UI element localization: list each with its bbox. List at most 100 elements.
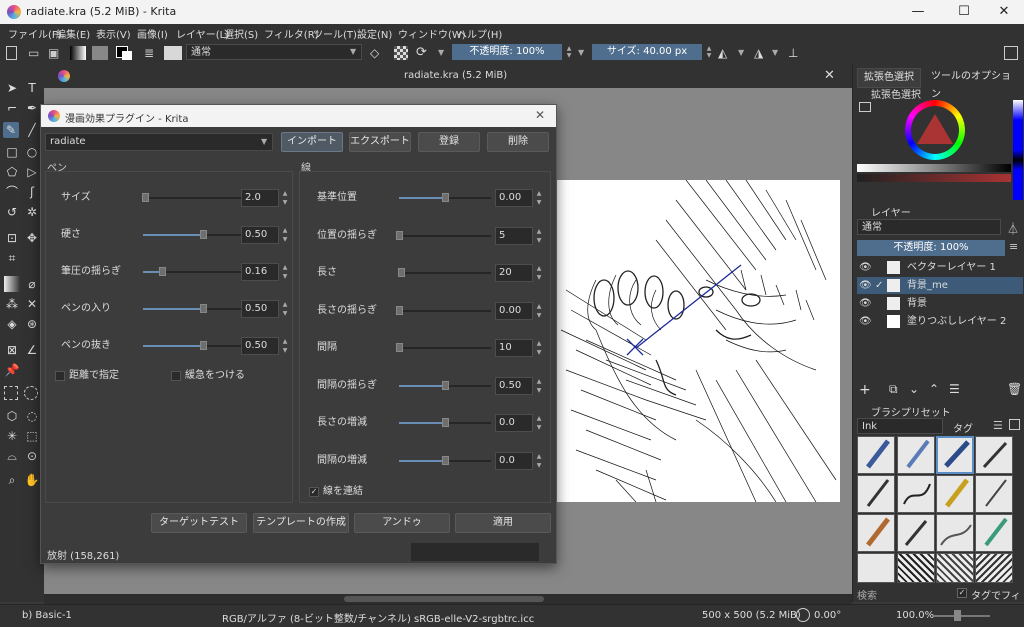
gradient-icon[interactable] — [70, 46, 86, 60]
spinner-arrows-icon[interactable]: ▲ ▼ — [280, 300, 290, 318]
tag-label[interactable]: タグ — [953, 420, 973, 435]
register-button[interactable]: 登録 — [418, 132, 480, 152]
blend-mode-select[interactable]: 通常 — [186, 44, 362, 60]
rotation-icon[interactable] — [796, 608, 810, 622]
mirror-vertical-icon[interactable]: ◮ — [754, 46, 768, 60]
param-value-input[interactable]: 10 — [495, 339, 533, 357]
color-wheel[interactable] — [905, 100, 965, 160]
rotation-value[interactable]: 0.00° — [814, 610, 841, 621]
brush-preset-tile[interactable] — [897, 436, 935, 474]
magnetic-select-icon[interactable]: ⊙ — [24, 448, 40, 464]
param-slider[interactable] — [399, 309, 491, 312]
spinner-arrows-icon[interactable]: ▲ ▼ — [534, 189, 544, 207]
minimize-button[interactable]: — — [898, 2, 938, 22]
brush-preset-tile[interactable] — [897, 475, 935, 513]
reload-preset-icon[interactable]: ⟳ — [416, 46, 430, 60]
layer-item[interactable]: 👁 ベクターレイヤー 1 — [857, 259, 1023, 276]
bezier-select-icon[interactable]: ⌓ — [4, 448, 20, 464]
reference-tool-icon[interactable]: 📌 — [4, 362, 20, 378]
zoom-slider-handle[interactable] — [954, 610, 961, 621]
undo-button[interactable]: アンドゥ — [354, 513, 450, 533]
freehand-brush-icon[interactable]: ✎ — [3, 122, 19, 138]
param-slider-handle[interactable] — [396, 230, 403, 240]
brush-preset-tile[interactable] — [975, 553, 1013, 583]
move-tool-icon[interactable]: ✥ — [24, 230, 40, 246]
menu-image[interactable]: 画像(I) — [137, 26, 168, 41]
maximize-button[interactable]: ☐ — [944, 2, 984, 22]
param-slider-handle[interactable] — [442, 193, 449, 202]
horizontal-scrollbar[interactable] — [44, 594, 852, 604]
workspace-icon[interactable] — [1004, 46, 1018, 60]
color-strip[interactable] — [1013, 100, 1023, 200]
param-value-input[interactable]: 2.0 — [241, 189, 279, 207]
spinner-arrows-icon[interactable]: ▲ ▼ — [280, 189, 290, 207]
brush-preset-icon[interactable] — [164, 46, 182, 60]
param-value-input[interactable]: 0.50 — [241, 226, 279, 244]
close-button[interactable]: ✕ — [984, 2, 1024, 22]
eye-icon[interactable]: 👁 — [859, 259, 872, 276]
ellipse-tool-icon[interactable]: ○ — [24, 144, 40, 160]
assistant-tool-icon[interactable]: ✕ — [24, 296, 40, 312]
brush-preset-tile[interactable] — [857, 514, 895, 552]
brush-preset-tile[interactable] — [897, 553, 935, 583]
brush-preset-tile[interactable] — [975, 436, 1013, 474]
text-tool-icon[interactable]: T — [24, 80, 40, 96]
freehand-path-icon[interactable]: ʃ — [24, 184, 40, 200]
eye-icon[interactable]: 👁 — [859, 313, 872, 330]
ellipse-select-icon[interactable] — [24, 386, 38, 400]
spinner-arrows-icon[interactable]: ▲ ▼ — [280, 337, 290, 355]
canvas-tab-title[interactable]: radiate.kra (5.2 MiB) — [404, 70, 507, 81]
spinner-arrows-icon[interactable]: ▲ ▼ — [534, 414, 544, 432]
calligraphy-icon[interactable]: ✒ — [24, 100, 40, 116]
param-slider-handle[interactable] — [142, 193, 149, 202]
polyline-tool-icon[interactable]: ▷ — [24, 164, 40, 180]
tab-tool-options[interactable]: ツールのオプション — [925, 68, 1024, 100]
preset-select[interactable]: radiate — [45, 133, 273, 151]
zoom-tool-icon[interactable]: ⌕ — [4, 472, 20, 488]
wrap-around-icon[interactable]: ⊥ — [788, 46, 802, 60]
filter-icon[interactable]: ⏃ — [1007, 220, 1019, 237]
alpha-lock-icon[interactable] — [394, 46, 408, 60]
brush-preset-tile[interactable] — [857, 475, 895, 513]
dialog-close-button[interactable]: ✕ — [535, 108, 545, 122]
gradient-tool-icon[interactable] — [4, 276, 20, 292]
scrollbar-thumb[interactable] — [344, 596, 544, 602]
brush-preset-tile[interactable] — [975, 514, 1013, 552]
menu-edit[interactable]: 編集(E) — [56, 26, 90, 41]
brush-preset-tile[interactable] — [857, 436, 895, 474]
layer-item[interactable]: 👁 塗りつぶしレイヤー 2 — [857, 313, 1023, 330]
brush-preset-tile[interactable] — [897, 514, 935, 552]
param-slider-handle[interactable] — [396, 343, 403, 352]
spinner-arrows-icon[interactable]: ▲ ▼ — [534, 302, 544, 320]
color-picker-icon[interactable]: ⌀ — [24, 276, 40, 292]
add-layer-icon[interactable]: + — [859, 382, 871, 398]
layer-item[interactable]: 👁 背景 — [857, 295, 1023, 312]
settings-icon[interactable] — [1009, 419, 1020, 430]
layer-blend-select[interactable]: 通常 — [857, 219, 1001, 235]
freehand-select-icon[interactable]: ◌ — [24, 408, 40, 424]
zoom-slider[interactable] — [934, 615, 990, 617]
new-document-icon[interactable] — [6, 46, 17, 60]
color-selector-settings-icon[interactable] — [859, 102, 871, 112]
spinner-arrows-icon[interactable]: ▲ ▼ — [534, 227, 544, 245]
select-shape-icon[interactable]: ➤ — [4, 80, 20, 96]
rect-select-icon[interactable] — [4, 386, 18, 400]
param-slider-handle[interactable] — [442, 455, 449, 465]
transform-tool-icon[interactable]: ⌗ — [4, 250, 20, 266]
bezier-tool-icon[interactable]: ⌒ — [4, 184, 20, 200]
brush-tag-select[interactable]: Ink — [857, 418, 943, 434]
param-slider[interactable] — [399, 347, 491, 349]
export-button[interactable]: エクスポート — [349, 132, 411, 152]
color-history-bar[interactable] — [857, 164, 1011, 172]
zoom-value[interactable]: 100.0% — [896, 610, 934, 621]
fill-tool-icon[interactable]: ◈ — [4, 316, 20, 332]
param-slider-handle[interactable] — [442, 418, 449, 427]
foreground-background-color-icon[interactable] — [116, 46, 134, 60]
move-down-icon[interactable]: ⌄ — [909, 382, 919, 396]
menu-view[interactable]: 表示(V) — [96, 26, 131, 41]
param-value-input[interactable]: 0.0 — [495, 414, 533, 432]
opacity-spinner-icon[interactable]: ▲ ▼ — [564, 45, 574, 59]
trash-icon[interactable]: 🗑 — [1007, 382, 1022, 396]
import-button[interactable]: インポート — [281, 132, 343, 152]
line-tool-icon[interactable]: ╱ — [24, 122, 40, 138]
